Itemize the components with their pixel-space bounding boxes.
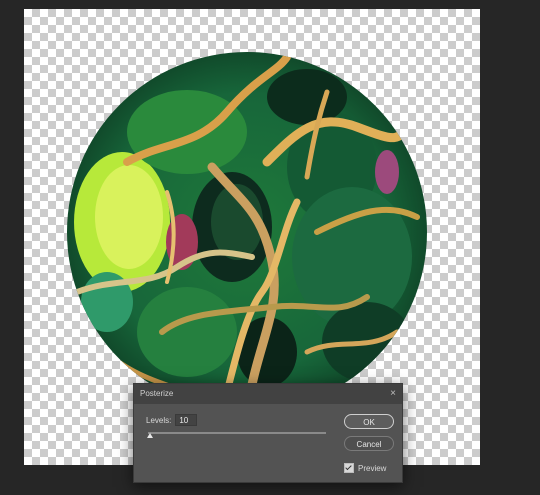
levels-slider-track[interactable] <box>148 432 326 434</box>
posterized-artwork <box>67 52 427 412</box>
preview-checkbox[interactable] <box>344 463 354 473</box>
ok-button[interactable]: OK <box>344 414 394 429</box>
levels-slider-thumb[interactable] <box>147 433 153 438</box>
levels-label: Levels: <box>146 415 172 425</box>
preview-toggle[interactable]: Preview <box>344 463 386 473</box>
preview-label: Preview <box>358 463 387 473</box>
posterize-dialog: Posterize × Levels: 10 OK Cancel Preview <box>133 383 403 483</box>
dialog-titlebar[interactable]: Posterize × <box>134 384 402 404</box>
levels-input[interactable]: 10 <box>175 414 198 426</box>
levels-row: Levels: 10 <box>146 414 198 426</box>
dialog-title: Posterize <box>140 389 174 398</box>
cancel-button[interactable]: Cancel <box>344 436 394 451</box>
photoshop-workspace: Posterize × Levels: 10 OK Cancel Preview <box>0 0 540 495</box>
close-icon[interactable]: × <box>390 384 396 404</box>
